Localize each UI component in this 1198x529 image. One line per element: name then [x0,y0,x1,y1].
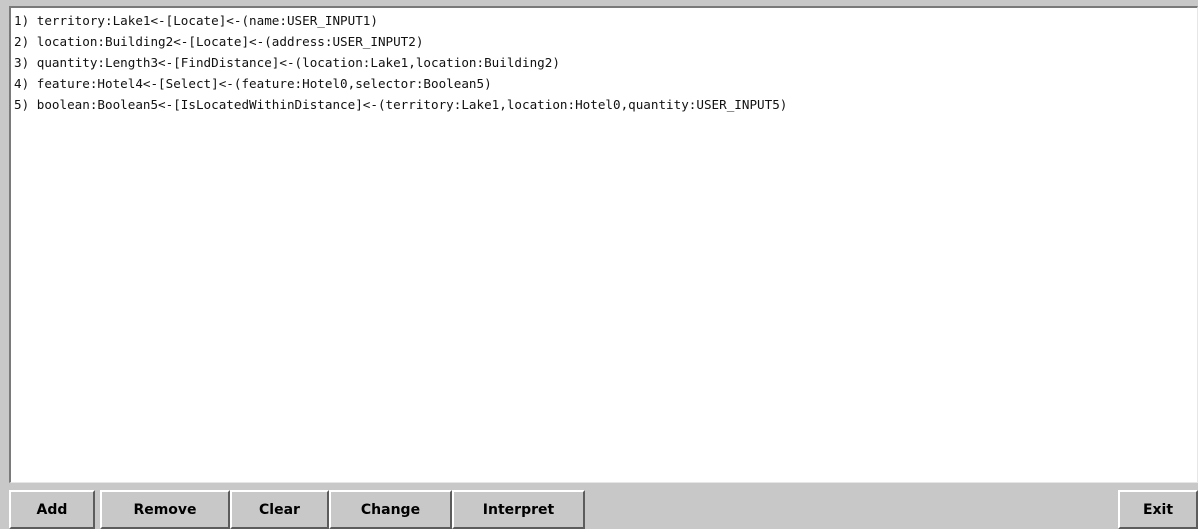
add-button[interactable]: Add [9,490,95,529]
query-text-area[interactable]: 1) territory:Lake1<-[Locate]<-(name:USER… [9,6,1198,483]
change-button[interactable]: Change [329,490,452,529]
exit-button[interactable]: Exit [1118,490,1198,529]
query-line[interactable]: 1) territory:Lake1<-[Locate]<-(name:USER… [14,10,1197,31]
query-line[interactable]: 4) feature:Hotel4<-[Select]<-(feature:Ho… [14,73,1197,94]
query-line[interactable]: 3) quantity:Length3<-[FindDistance]<-(lo… [14,52,1197,73]
button-bar: Add Remove Clear Change Interpret Exit [9,490,1198,529]
clear-button[interactable]: Clear [230,490,329,529]
query-line[interactable]: 2) location:Building2<-[Locate]<-(addres… [14,31,1197,52]
remove-button[interactable]: Remove [100,490,230,529]
query-line[interactable]: 5) boolean:Boolean5<-[IsLocatedWithinDis… [14,94,1197,115]
interpret-button[interactable]: Interpret [452,490,585,529]
app-window: 1) territory:Lake1<-[Locate]<-(name:USER… [0,0,1198,529]
